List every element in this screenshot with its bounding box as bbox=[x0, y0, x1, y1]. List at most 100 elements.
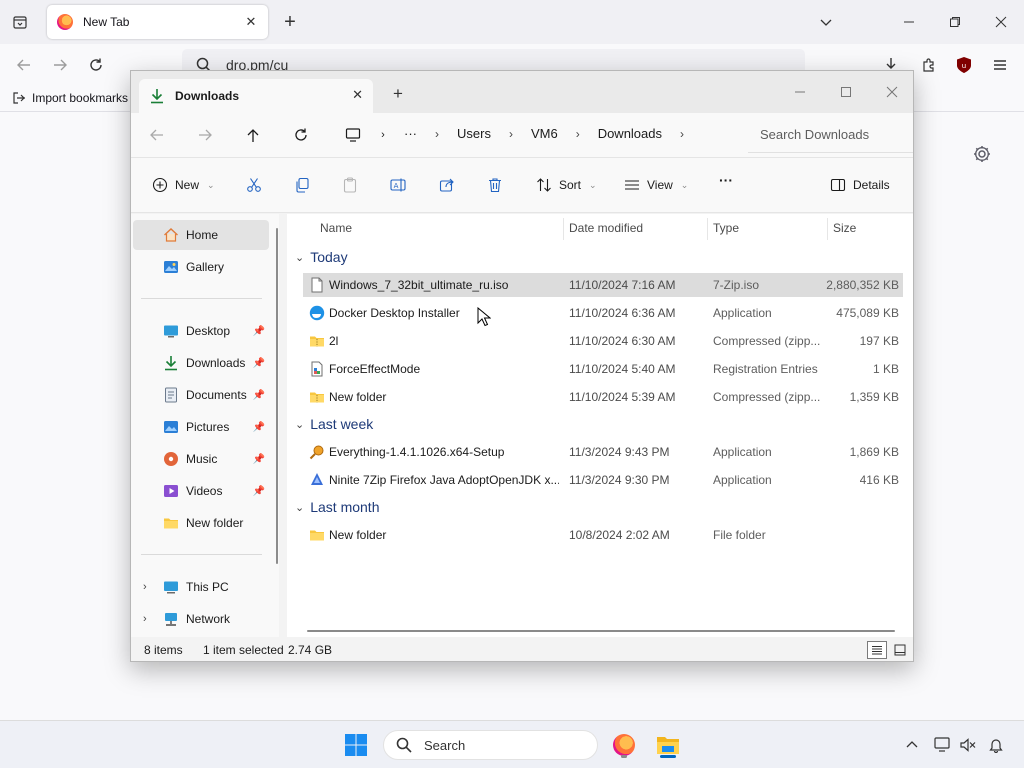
minimize-icon[interactable] bbox=[897, 10, 921, 34]
group-header-last-month[interactable]: ⌄ Last month bbox=[295, 499, 379, 515]
chevron-right-icon[interactable]: › bbox=[143, 613, 147, 625]
breadcrumb-users[interactable]: Users bbox=[457, 126, 491, 141]
file-row[interactable]: Windows_7_32bit_ultimate_ru.iso 11/10/20… bbox=[303, 273, 903, 297]
sidebar-item-documents[interactable]: Documents 📌 bbox=[133, 380, 269, 410]
forward-arrow-icon[interactable] bbox=[48, 53, 72, 77]
sidebar-item-desktop[interactable]: Desktop 📌 bbox=[133, 316, 269, 346]
explorer-maximize-icon[interactable] bbox=[823, 77, 869, 107]
delete-button[interactable] bbox=[486, 176, 504, 194]
sidebar-item-this-pc[interactable]: › This PC bbox=[133, 572, 269, 602]
ublock-origin-icon[interactable]: u bbox=[952, 53, 976, 77]
file-row[interactable]: Everything-1.4.1.1026.x64-Setup 11/3/202… bbox=[303, 440, 903, 464]
breadcrumb-more[interactable]: ··· bbox=[404, 126, 417, 141]
sort-label: Sort bbox=[559, 178, 582, 192]
taskbar-firefox[interactable] bbox=[610, 730, 638, 760]
network-monitor-icon[interactable] bbox=[933, 735, 953, 755]
paste-button[interactable] bbox=[341, 176, 359, 194]
close-explorer-tab-icon[interactable]: ✕ bbox=[352, 87, 363, 103]
share-icon bbox=[438, 176, 456, 194]
back-arrow-icon[interactable] bbox=[12, 53, 36, 77]
explorer-up-icon[interactable] bbox=[243, 125, 263, 145]
file-size: 1,869 KB bbox=[849, 445, 899, 459]
settings-gear-icon[interactable] bbox=[972, 144, 992, 164]
column-header-name[interactable]: Name bbox=[320, 214, 352, 242]
file-row[interactable]: 2l 11/10/2024 6:30 AM Compressed (zipp..… bbox=[303, 329, 903, 353]
sidebar-item-videos[interactable]: Videos 📌 bbox=[133, 476, 269, 506]
new-button[interactable]: New ⌄ bbox=[151, 176, 215, 194]
sidebar-item-music[interactable]: Music 📌 bbox=[133, 444, 269, 474]
file-row[interactable]: New folder 11/10/2024 5:39 AM Compressed… bbox=[303, 385, 903, 409]
taskbar-search[interactable]: Search bbox=[383, 730, 598, 760]
firefox-icon bbox=[613, 734, 635, 756]
details-pane-button[interactable]: Details bbox=[829, 176, 890, 194]
horizontal-scrollbar[interactable] bbox=[307, 630, 895, 632]
column-divider[interactable] bbox=[827, 218, 828, 240]
explorer-address-bar: › ··· › Users › VM6 › Downloads › Search… bbox=[131, 113, 913, 157]
column-header-date[interactable]: Date modified bbox=[569, 214, 643, 242]
volume-muted-icon[interactable] bbox=[958, 735, 978, 755]
list-all-tabs-chevron-icon[interactable] bbox=[814, 10, 838, 34]
explorer-back-icon[interactable] bbox=[147, 125, 167, 145]
sidebar-item-pictures[interactable]: Pictures 📌 bbox=[133, 412, 269, 442]
explorer-refresh-icon[interactable] bbox=[291, 125, 311, 145]
search-icon bbox=[396, 737, 412, 753]
import-bookmarks-button[interactable]: Import bookmarks bbox=[12, 91, 128, 105]
chevron-right-icon[interactable]: › bbox=[143, 581, 147, 593]
breadcrumb-downloads[interactable]: Downloads bbox=[598, 126, 662, 141]
chevron-down-icon: ⌄ bbox=[207, 179, 215, 190]
sort-button[interactable]: Sort ⌄ bbox=[535, 176, 597, 194]
menu-icon[interactable] bbox=[988, 53, 1012, 77]
close-window-icon[interactable] bbox=[989, 10, 1013, 34]
column-header-type[interactable]: Type bbox=[713, 214, 739, 242]
share-button[interactable] bbox=[438, 176, 456, 194]
cut-button[interactable] bbox=[245, 176, 263, 194]
column-header-size[interactable]: Size bbox=[833, 214, 856, 242]
tab-new-tab[interactable]: New Tab ✕ bbox=[47, 5, 268, 39]
sidebar-item-label: Pictures bbox=[186, 420, 230, 434]
breadcrumb-vm6[interactable]: VM6 bbox=[531, 126, 558, 141]
sidebar-item-new-folder[interactable]: New folder bbox=[133, 508, 269, 538]
column-divider[interactable] bbox=[563, 218, 564, 240]
explorer-tab-downloads[interactable]: Downloads ✕ bbox=[139, 79, 373, 113]
tiles-view-button[interactable] bbox=[890, 641, 910, 659]
monitor-icon[interactable] bbox=[343, 125, 363, 145]
view-button[interactable]: View ⌄ bbox=[623, 176, 688, 194]
zip-folder-icon bbox=[309, 389, 325, 405]
sidebar-item-home[interactable]: Home bbox=[133, 220, 269, 250]
new-explorer-tab-button[interactable]: + bbox=[393, 84, 403, 104]
rename-button[interactable]: A bbox=[389, 176, 407, 194]
group-header-today[interactable]: ⌄ Today bbox=[295, 249, 348, 265]
search-downloads-input[interactable]: Search Downloads bbox=[748, 117, 913, 153]
tab-list-icon[interactable] bbox=[8, 10, 32, 34]
restore-icon[interactable] bbox=[943, 10, 967, 34]
reload-icon[interactable] bbox=[84, 53, 108, 77]
show-hidden-icons-chevron-icon[interactable] bbox=[902, 735, 922, 755]
file-row[interactable]: Docker Desktop Installer 11/10/2024 6:36… bbox=[303, 301, 903, 325]
extensions-icon[interactable] bbox=[917, 53, 941, 77]
group-label: Last month bbox=[310, 499, 380, 515]
group-header-last-week[interactable]: ⌄ Last week bbox=[295, 416, 373, 432]
file-size: 2,880,352 KB bbox=[826, 278, 899, 292]
explorer-forward-icon[interactable] bbox=[195, 125, 215, 145]
close-tab-icon[interactable]: ✕ bbox=[242, 13, 260, 31]
explorer-close-icon[interactable] bbox=[869, 77, 913, 107]
sidebar-scrollbar[interactable] bbox=[276, 228, 278, 564]
chevron-down-icon: ⌄ bbox=[589, 179, 597, 190]
new-tab-button[interactable]: + bbox=[278, 10, 302, 34]
group-label: Last week bbox=[310, 416, 374, 432]
file-row[interactable]: New folder 10/8/2024 2:02 AM File folder bbox=[303, 523, 903, 547]
file-row[interactable]: Ninite 7Zip Firefox Java AdoptOpenJDK x.… bbox=[303, 468, 903, 492]
explorer-minimize-icon[interactable] bbox=[777, 77, 823, 107]
sidebar-item-gallery[interactable]: Gallery bbox=[133, 252, 269, 282]
copy-button[interactable] bbox=[293, 176, 311, 194]
notifications-bell-icon[interactable] bbox=[986, 735, 1006, 755]
more-options-button[interactable]: ··· bbox=[719, 172, 733, 188]
sidebar-item-downloads[interactable]: Downloads 📌 bbox=[133, 348, 269, 378]
breadcrumb-chevron-icon[interactable]: › bbox=[373, 125, 393, 145]
column-divider[interactable] bbox=[707, 218, 708, 240]
file-row[interactable]: ForceEffectMode 11/10/2024 5:40 AM Regis… bbox=[303, 357, 903, 381]
start-button[interactable] bbox=[342, 730, 370, 760]
details-view-button[interactable] bbox=[867, 641, 887, 659]
taskbar-file-explorer[interactable] bbox=[654, 730, 682, 760]
sidebar-item-network[interactable]: › Network bbox=[133, 604, 269, 634]
